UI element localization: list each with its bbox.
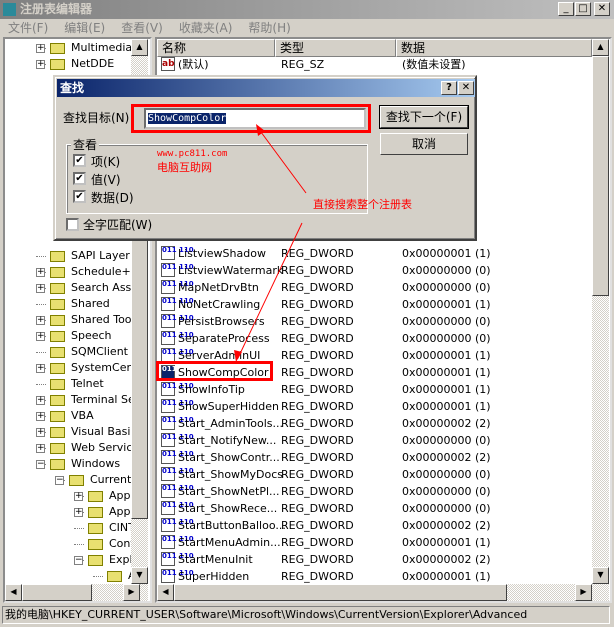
arrowhead-result <box>234 350 242 362</box>
annotation-arrows <box>234 124 307 362</box>
arrow-to-input <box>257 127 307 194</box>
arrow-to-result <box>237 222 303 359</box>
arrowhead-input <box>256 124 265 136</box>
